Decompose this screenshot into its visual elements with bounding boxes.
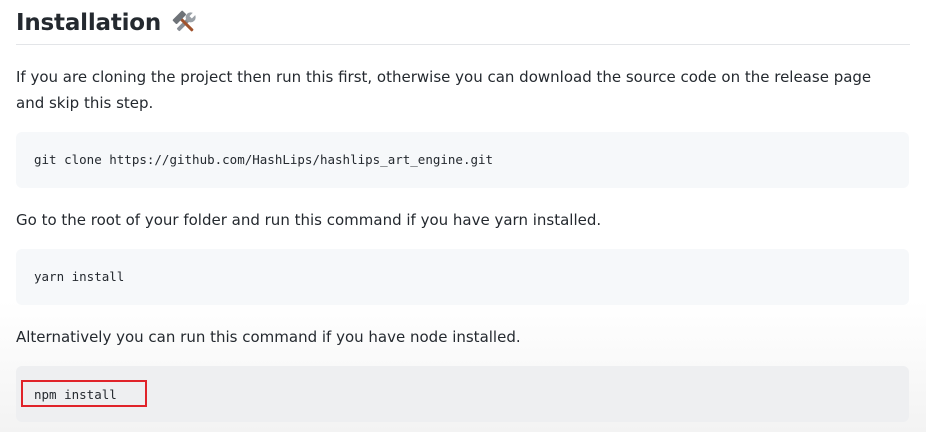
clone-instructions: If you are cloning the project then run … xyxy=(16,64,871,116)
tools-icon xyxy=(171,9,199,37)
git-clone-code-block[interactable]: git clone https://github.com/HashLips/ha… xyxy=(16,132,909,188)
heading-title: Installation xyxy=(16,10,162,36)
clone-instructions-line-1: If you are cloning the project then run … xyxy=(16,68,872,86)
readme-section: Installation If you are cloning the proj… xyxy=(0,0,926,432)
node-instructions: Alternatively you can run this command i… xyxy=(16,328,521,346)
yarn-instructions: Go to the root of your folder and run th… xyxy=(16,211,602,229)
npm-install-code-block[interactable]: npm install xyxy=(16,366,909,422)
yarn-install-command: yarn install xyxy=(34,269,125,284)
installation-heading: Installation xyxy=(16,2,910,45)
highlight-box xyxy=(21,380,147,407)
clone-instructions-line-2: and skip this step. xyxy=(16,94,154,112)
git-clone-command: git clone https://github.com/HashLips/ha… xyxy=(34,152,494,167)
yarn-install-code-block[interactable]: yarn install xyxy=(16,249,909,305)
